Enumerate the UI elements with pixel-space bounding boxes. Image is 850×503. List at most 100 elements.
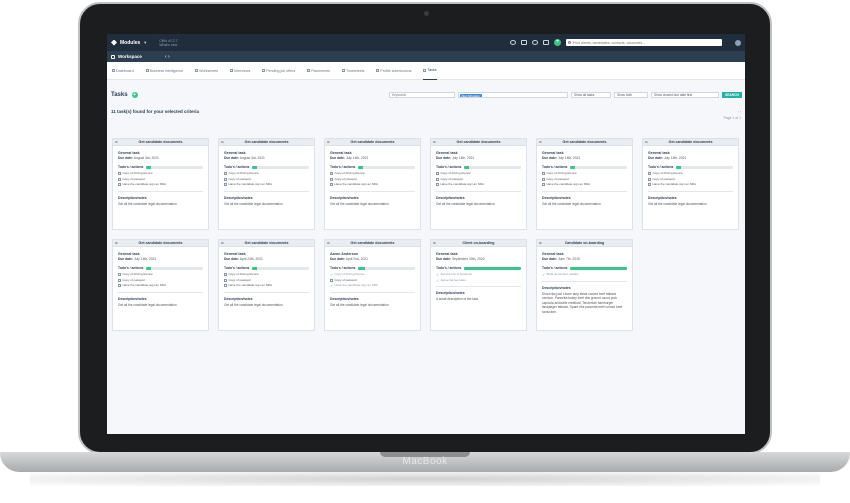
tab-interviews[interactable]: Interviews xyxy=(230,62,250,80)
global-search[interactable] xyxy=(566,39,722,46)
checkbox[interactable] xyxy=(118,172,121,176)
checkbox[interactable] xyxy=(330,183,333,187)
tab-profile-submissions[interactable]: Profile submissions xyxy=(376,62,411,80)
checkmark-icon[interactable]: ✓ xyxy=(330,273,333,277)
todo-item[interactable]: Have the candidate sign an NDA xyxy=(224,283,309,289)
todo-item[interactable]: Have the candidate sign an NDA xyxy=(542,182,627,188)
tab-icon xyxy=(112,69,115,72)
modules-menu[interactable]: Modules ▼ xyxy=(111,39,147,46)
tab-timesheets[interactable]: Timesheets xyxy=(341,62,364,80)
drag-handle-icon[interactable]: ••• xyxy=(433,241,443,245)
workspace-nav-arrows-icon[interactable]: ‹ › xyxy=(165,54,170,60)
assignee-filter[interactable]: Alex Mcvalley xyxy=(458,92,568,98)
bell-icon[interactable] xyxy=(510,40,516,45)
calendar-icon[interactable] xyxy=(543,40,549,45)
keyboard-icon[interactable] xyxy=(521,40,527,45)
checkbox[interactable] xyxy=(224,183,227,187)
status-select[interactable]: Show all tasks xyxy=(571,92,611,98)
task-card[interactable]: ••• Get candidate documents General task… xyxy=(112,138,209,230)
version-info[interactable]: Cliflo v2.2.7 What's new xyxy=(159,39,177,47)
drag-handle-icon[interactable]: ••• xyxy=(115,140,125,144)
search-button[interactable]: SEARCH xyxy=(722,92,742,98)
drag-handle-icon[interactable]: ••• xyxy=(221,241,231,245)
description-text: Get all the candidate legal documentatio… xyxy=(118,201,177,206)
checkmark-icon[interactable]: ✓ xyxy=(542,273,545,277)
todo-item[interactable]: Have the candidate sign an NDA xyxy=(224,182,309,188)
sort-select[interactable]: Show closest due date first xyxy=(651,92,719,98)
drag-handle-icon[interactable]: ••• xyxy=(539,241,549,245)
tab-pending-job-offers[interactable]: Pending job offers xyxy=(262,62,295,80)
checkbox[interactable] xyxy=(330,278,333,282)
checkbox[interactable] xyxy=(118,177,121,181)
checkbox[interactable] xyxy=(648,172,651,176)
card-body: General task Due date: July 14th, 2021 T… xyxy=(537,146,632,209)
task-card[interactable]: ••• Candidate on-boarding General task D… xyxy=(536,239,633,331)
todo-item[interactable]: Have the candidate sign an NDA xyxy=(118,182,203,188)
type-select[interactable]: Show both xyxy=(614,92,648,98)
drag-handle-icon[interactable]: ••• xyxy=(433,140,443,144)
drag-handle-icon[interactable]: ••• xyxy=(327,140,337,144)
drag-handle-icon[interactable]: ••• xyxy=(115,241,125,245)
checkbox[interactable] xyxy=(118,183,121,187)
drag-handle-icon[interactable]: ••• xyxy=(645,140,655,144)
tab-placements[interactable]: Placements xyxy=(307,62,330,80)
todo-row: Todo's / actions xyxy=(224,266,309,270)
todo-item[interactable]: Have the candidate sign an NDA xyxy=(118,283,203,289)
checkbox[interactable] xyxy=(118,278,121,282)
checkbox[interactable] xyxy=(224,284,227,288)
checkmark-icon[interactable]: ✓ xyxy=(436,278,439,282)
tab-tasks[interactable]: Tasks xyxy=(423,62,437,80)
checkbox[interactable] xyxy=(436,183,439,187)
assignee-tag[interactable]: Alex Mcvalley xyxy=(459,93,482,98)
todo-item[interactable]: ✓ Have the candidate sign an NDA xyxy=(330,283,415,289)
card-body: General task Due date: April 24th, 2021 … xyxy=(219,247,314,310)
checkbox[interactable] xyxy=(648,183,651,187)
todo-item[interactable]: ✓ Build up student rotation xyxy=(542,272,627,278)
checkbox[interactable] xyxy=(224,177,227,181)
tab-business-intelligence[interactable]: Business intelligence xyxy=(145,62,183,80)
checkbox[interactable] xyxy=(224,273,227,277)
workspace-label[interactable]: Workspace xyxy=(118,54,142,59)
drag-handle-icon[interactable]: ••• xyxy=(221,140,231,144)
history-icon[interactable] xyxy=(532,40,538,45)
checkbox[interactable] xyxy=(224,172,227,176)
checkbox[interactable] xyxy=(542,172,545,176)
description-text: A small description of the task xyxy=(436,297,479,301)
checkbox[interactable] xyxy=(648,177,651,181)
task-card[interactable]: ••• Client on-boarding General task Due … xyxy=(430,239,527,331)
task-card[interactable]: ••• Get candidate documents General task… xyxy=(430,138,527,230)
checkbox[interactable] xyxy=(542,183,545,187)
checkbox[interactable] xyxy=(118,284,121,288)
drag-handle-icon[interactable]: ••• xyxy=(539,140,549,144)
task-card[interactable]: ••• Get candidate documents General task… xyxy=(642,138,739,230)
todo-item[interactable]: Have the candidate sign an NDA xyxy=(330,182,415,188)
checkbox[interactable] xyxy=(436,172,439,176)
keywords-input[interactable] xyxy=(389,92,455,98)
task-card[interactable]: ••• Get candidate documents General task… xyxy=(218,138,315,230)
checkbox[interactable] xyxy=(330,177,333,181)
checkbox[interactable] xyxy=(330,172,333,176)
checkbox[interactable] xyxy=(118,273,121,277)
quick-add-button[interactable]: + xyxy=(554,39,561,46)
todo-item[interactable]: Have the candidate sign an NDA xyxy=(648,182,733,188)
global-search-input[interactable] xyxy=(573,40,713,45)
task-card[interactable]: ••• Get candidate documents General task… xyxy=(218,239,315,331)
todo-item[interactable]: Have the candidate sign an NDA xyxy=(436,182,521,188)
checkmark-icon[interactable]: ✓ xyxy=(436,273,439,277)
drag-handle-icon[interactable]: ••• xyxy=(327,241,337,245)
user-avatar-icon[interactable] xyxy=(735,39,741,46)
checkbox[interactable] xyxy=(436,177,439,181)
tab-worksheets[interactable]: Worksheets xyxy=(195,62,218,80)
due-date: Due date: September 30th, 2020 xyxy=(436,257,485,261)
todo-item[interactable]: ✓ Agree flat fee rates xyxy=(436,278,521,284)
tab-dashboard[interactable]: Dashboard xyxy=(112,62,134,80)
task-card[interactable]: ••• Get candidate documents General task… xyxy=(112,239,209,331)
checkmark-icon[interactable]: ✓ xyxy=(330,284,333,288)
checkbox[interactable] xyxy=(542,177,545,181)
task-card[interactable]: ••• Get candidate documents General task… xyxy=(324,138,421,230)
task-card[interactable]: ••• Get candidate documents Aaron Anders… xyxy=(324,239,421,331)
task-card[interactable]: ••• Get candidate documents General task… xyxy=(536,138,633,230)
topbar-actions: + xyxy=(510,39,741,46)
checkbox[interactable] xyxy=(224,278,227,282)
add-task-button[interactable]: + xyxy=(131,92,138,98)
